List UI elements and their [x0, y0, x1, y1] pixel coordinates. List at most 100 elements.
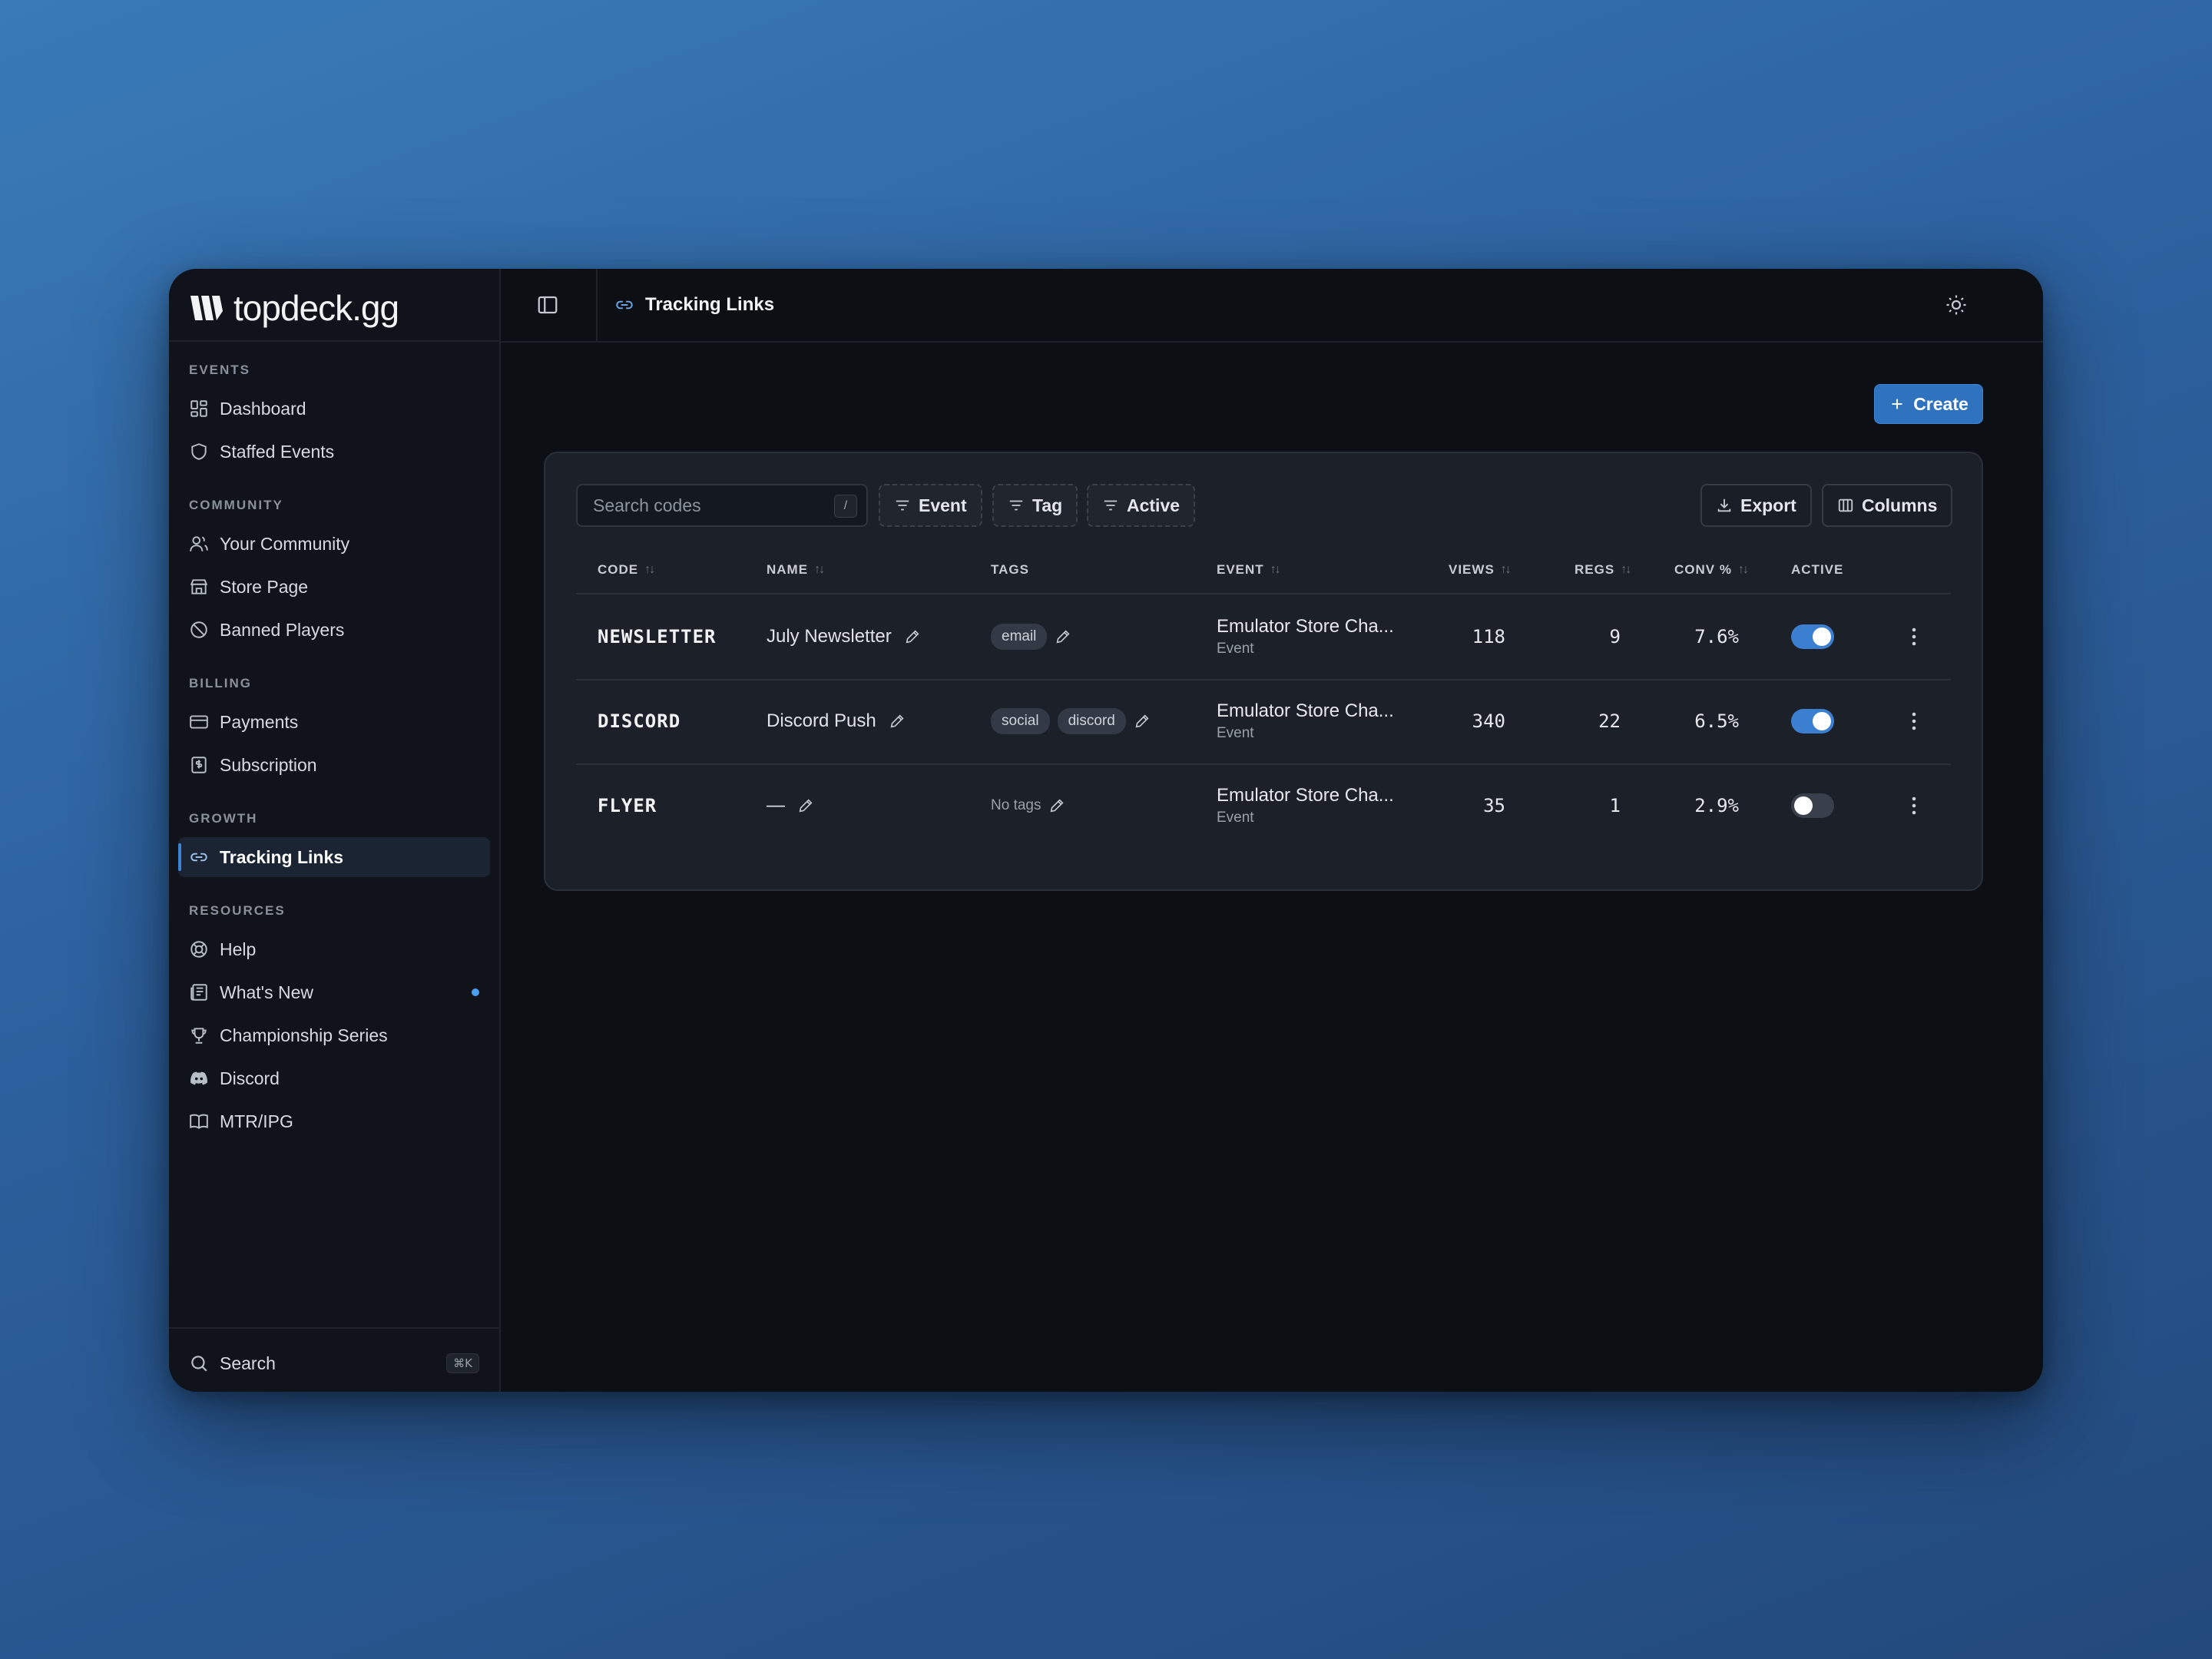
sidebar-item-label: What's New: [220, 982, 313, 1002]
sidebar-item-subscription[interactable]: Subscription: [178, 745, 490, 785]
filter-label: Event: [919, 495, 967, 515]
new-indicator-dot: [472, 988, 479, 996]
sidebar-item-help[interactable]: Help: [178, 929, 490, 969]
search-placeholder: Search codes: [593, 495, 701, 515]
sidebar-item-label: Banned Players: [220, 619, 345, 640]
more-vertical-icon[interactable]: [1911, 627, 1917, 647]
views-cell: 118: [1472, 626, 1505, 647]
sidebar-item-payments[interactable]: Payments: [178, 702, 490, 742]
tag-badge: email: [991, 624, 1048, 650]
sidebar-item-discord[interactable]: Discord: [178, 1058, 490, 1098]
logo[interactable]: topdeck.gg: [189, 288, 399, 328]
sidebar-item-label: MTR/IPG: [220, 1111, 293, 1131]
page-title: Tracking Links: [645, 294, 775, 315]
section-title-community: COMMUNITY: [189, 498, 283, 512]
sidebar-item-your-community[interactable]: Your Community: [178, 524, 490, 564]
column-header-regs[interactable]: REGS ↑↓: [1575, 547, 1631, 593]
top-bar: Tracking Links: [499, 269, 2043, 343]
sidebar-item-whats-new[interactable]: What's New: [178, 972, 490, 1012]
column-label: VIEWS: [1449, 562, 1495, 577]
sidebar-item-label: Tracking Links: [220, 846, 344, 867]
views-cell: 340: [1472, 710, 1505, 732]
sidebar-item-store-page[interactable]: Store Page: [178, 567, 490, 607]
tags-cell: No tags: [991, 763, 1065, 848]
sun-icon[interactable]: [1945, 293, 1968, 316]
table-row[interactable]: FLYER — No tags Emulator Store Cha... Ev…: [576, 763, 1951, 848]
table-row[interactable]: DISCORD Discord Push social discord Emul…: [576, 679, 1951, 765]
event-name: Emulator Store Cha...: [1217, 700, 1394, 721]
event-cell[interactable]: Emulator Store Cha... Event: [1217, 679, 1394, 763]
name-cell: July Newsletter: [767, 594, 921, 679]
sidebar-item-label: Dashboard: [220, 398, 306, 419]
sidebar-item-staffed-events[interactable]: Staffed Events: [178, 432, 490, 472]
search-input[interactable]: Search codes /: [576, 484, 868, 527]
ban-icon: [190, 621, 207, 638]
sidebar-item-tracking-links[interactable]: Tracking Links: [178, 837, 490, 877]
pencil-icon[interactable]: [1055, 628, 1071, 645]
conv-cell: 2.9%: [1694, 795, 1739, 816]
name-text: Discord Push: [767, 710, 876, 731]
search-icon: [191, 1356, 207, 1372]
link-icon: [616, 300, 633, 310]
columns-button[interactable]: Columns: [1822, 484, 1953, 527]
column-label: CODE: [598, 562, 639, 577]
sidebar-item-label: Store Page: [220, 576, 309, 597]
sidebar-item-mtr-ipg[interactable]: MTR/IPG: [178, 1101, 490, 1141]
column-header-name[interactable]: NAME ↑↓: [767, 547, 825, 593]
sidebar-item-dashboard[interactable]: Dashboard: [178, 389, 490, 429]
column-header-event[interactable]: EVENT ↑↓: [1217, 547, 1281, 593]
event-name: Emulator Store Cha...: [1217, 785, 1394, 806]
pencil-icon[interactable]: [797, 797, 814, 814]
store-icon: [190, 579, 208, 594]
event-cell[interactable]: Emulator Store Cha... Event: [1217, 763, 1394, 848]
name-cell: Discord Push: [767, 679, 906, 763]
sidebar-item-championship-series[interactable]: Championship Series: [178, 1015, 490, 1055]
toggle-knob: [1794, 796, 1813, 815]
active-toggle[interactable]: [1791, 709, 1834, 733]
sidebar-search[interactable]: Search ⌘K: [189, 1344, 479, 1382]
tag-badge: social: [991, 708, 1050, 734]
lifebuoy-icon: [190, 941, 207, 958]
event-type: Event: [1217, 641, 1254, 657]
dashboard-icon: [190, 400, 207, 417]
active-toggle[interactable]: [1791, 624, 1834, 649]
filter-tag-button[interactable]: Tag: [992, 484, 1078, 527]
conv-cell: 6.5%: [1694, 710, 1739, 732]
toggle-knob: [1813, 628, 1831, 646]
sort-icon: ↑↓: [1737, 563, 1749, 576]
active-toggle[interactable]: [1791, 793, 1834, 818]
name-text: —: [767, 795, 785, 816]
users-icon: [190, 536, 208, 551]
more-vertical-icon[interactable]: [1911, 711, 1917, 731]
pencil-icon[interactable]: [904, 628, 921, 645]
more-vertical-icon[interactable]: [1911, 796, 1917, 816]
breadcrumb: Tracking Links: [614, 289, 774, 321]
table-row[interactable]: NEWSLETTER July Newsletter email Emulato…: [576, 594, 1951, 680]
column-header-views[interactable]: VIEWS ↑↓: [1449, 547, 1512, 593]
pencil-icon[interactable]: [889, 713, 906, 730]
toggle-knob: [1813, 712, 1831, 730]
sidebar-item-banned-players[interactable]: Banned Players: [178, 610, 490, 650]
sort-icon: ↑↓: [1621, 563, 1631, 576]
shortcut-badge: ⌘K: [446, 1353, 479, 1373]
views-cell: 35: [1483, 795, 1505, 816]
create-button-label: Create: [1913, 393, 1969, 414]
discord-icon: [190, 1071, 207, 1085]
pencil-icon[interactable]: [1048, 797, 1065, 814]
sidebar-toggle-icon[interactable]: [536, 293, 559, 316]
filter-active-button[interactable]: Active: [1087, 484, 1196, 527]
filter-event-button[interactable]: Event: [879, 484, 982, 527]
column-header-conv[interactable]: CONV % ↑↓: [1674, 547, 1749, 593]
row-actions: [1911, 679, 1917, 763]
conv-cell: 7.6%: [1694, 626, 1739, 647]
event-cell[interactable]: Emulator Store Cha... Event: [1217, 594, 1394, 679]
create-button[interactable]: Create: [1874, 384, 1983, 424]
sort-icon: ↑↓: [814, 563, 825, 576]
table-header: CODE ↑↓ NAME ↑↓ TAGS EVENT ↑↓ VIEWS ↑↓ REGS ↑…: [576, 547, 1951, 594]
code-cell: DISCORD: [598, 710, 681, 732]
column-label: NAME: [767, 562, 809, 577]
column-header-code[interactable]: CODE ↑↓: [598, 547, 655, 593]
regs-cell: 1: [1609, 795, 1621, 816]
pencil-icon[interactable]: [1134, 713, 1151, 730]
export-button[interactable]: Export: [1700, 484, 1812, 527]
